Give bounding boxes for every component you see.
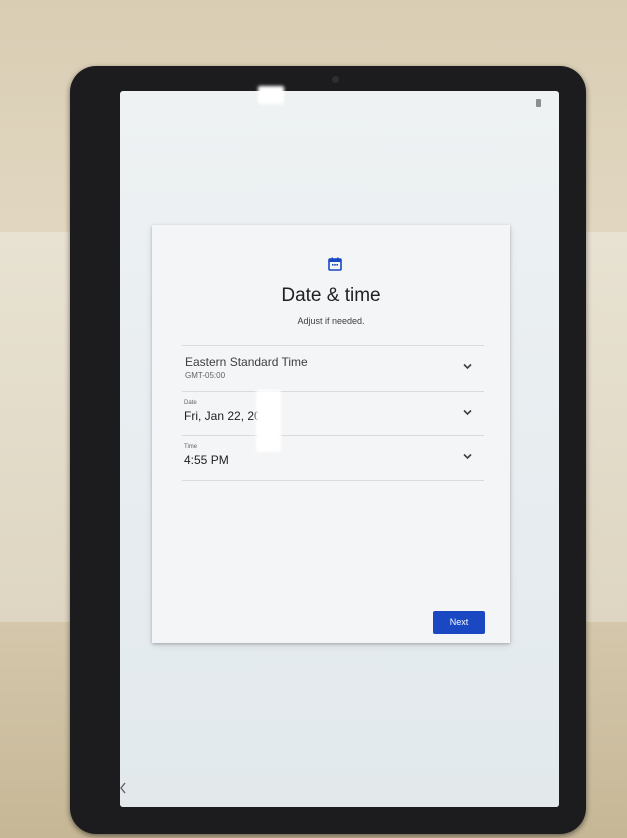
front-camera — [332, 76, 339, 83]
time-value: 4:55 PM — [184, 453, 229, 467]
timezone-offset: GMT-05:00 — [185, 371, 226, 380]
time-dropdown[interactable]: Time 4:55 PM — [182, 435, 484, 481]
time-label: Time — [184, 444, 198, 450]
timezone-dropdown[interactable]: Eastern Standard Time GMT-05:00 — [182, 345, 484, 390]
chevron-down-icon — [463, 363, 472, 370]
date-label: Date — [184, 400, 197, 406]
chevron-down-icon — [463, 409, 472, 416]
chevron-down-icon — [463, 453, 472, 460]
setup-card: Date & time Adjust if needed. Eastern St… — [152, 225, 510, 643]
calendar-icon — [328, 257, 342, 271]
light-glare — [256, 390, 281, 452]
timezone-name: Eastern Standard Time — [185, 355, 308, 369]
navigation-bar — [120, 773, 559, 807]
date-value: Fri, Jan 22, 20 — [184, 409, 261, 423]
date-dropdown[interactable]: Date Fri, Jan 22, 20 — [182, 391, 484, 436]
page-title: Date & time — [281, 285, 381, 306]
battery-icon — [536, 99, 541, 107]
next-button[interactable]: Next — [433, 611, 485, 634]
back-arrow-icon[interactable] — [120, 781, 128, 795]
light-glare — [258, 86, 284, 104]
page-subtitle: Adjust if needed. — [297, 316, 365, 326]
tablet-screen: Date & time Adjust if needed. Eastern St… — [120, 91, 559, 807]
